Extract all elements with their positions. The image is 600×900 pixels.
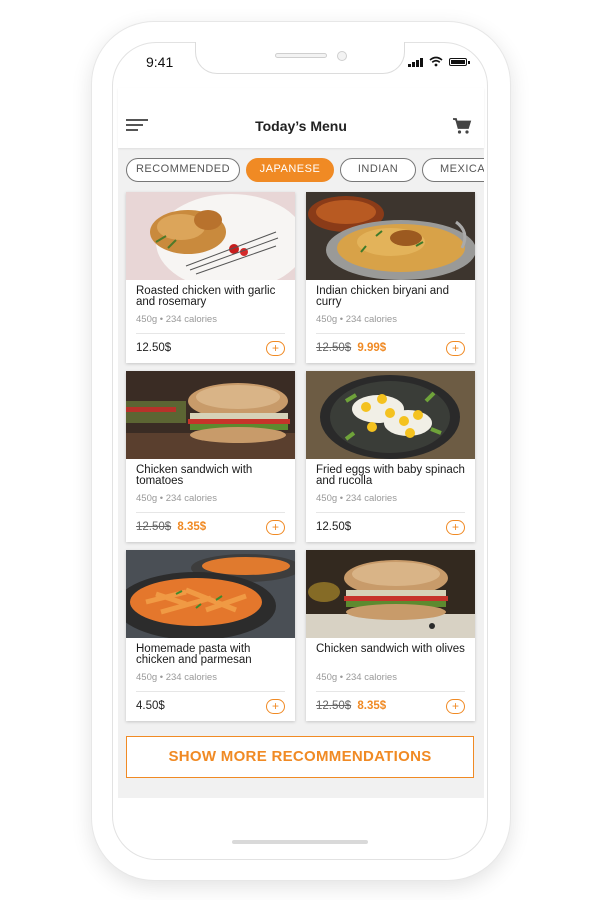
dish-card[interactable]: Indian chicken biryani and curry 450g • …	[306, 192, 475, 363]
dish-card[interactable]: Chicken sandwich with tomatoes 450g • 23…	[126, 371, 295, 542]
show-more-button[interactable]: SHOW MORE RECOMMENDATIONS	[126, 736, 474, 778]
dish-name: Homemade pasta with chicken and parmesan	[136, 643, 252, 666]
card-divider	[316, 691, 465, 692]
plus-circle-icon: +	[271, 341, 279, 355]
add-to-cart-button[interactable]: +	[266, 341, 285, 356]
dish-meta: 450g • 234 calories	[136, 493, 217, 504]
dish-card[interactable]: Chicken sandwich with olives 450g • 234 …	[306, 550, 475, 721]
price-row: 12.50$ 8.35$	[136, 521, 206, 533]
plus-circle-icon: +	[451, 520, 459, 534]
add-to-cart-button[interactable]: +	[266, 699, 285, 714]
signal-icon	[408, 57, 423, 67]
price-row: 12.50$	[136, 342, 171, 354]
dish-photo-pasta	[126, 550, 295, 638]
dish-meta: 450g • 234 calories	[316, 672, 397, 683]
plus-circle-icon: +	[271, 520, 279, 534]
dish-old-price: 12.50$	[316, 342, 352, 354]
category-tabs: RECOMMENDED JAPANESE INDIAN MEXICAN	[118, 158, 484, 184]
status-time: 9:41	[146, 54, 174, 70]
dish-meta: 450g • 234 calories	[136, 314, 217, 325]
dish-price: 12.50$	[136, 342, 172, 354]
dish-meta: 450g • 234 calories	[316, 314, 397, 325]
dish-meta: 450g • 234 calories	[316, 493, 397, 504]
dish-meta: 450g • 234 calories	[136, 672, 217, 683]
dish-sale-price: 9.99$	[357, 342, 387, 354]
dish-name: Fried eggs with baby spinach and rucolla	[316, 464, 465, 487]
front-camera	[337, 51, 347, 61]
app-screen: Today’s Menu RECOMMENDED JAPANESE INDIAN…	[118, 88, 484, 798]
add-to-cart-button[interactable]: +	[446, 341, 465, 356]
dish-photo-chicken-sandwich	[126, 371, 295, 459]
plus-circle-icon: +	[271, 699, 279, 713]
page-title: Today’s Menu	[255, 118, 347, 134]
card-divider	[136, 512, 285, 513]
top-app-bar: Today’s Menu	[118, 88, 484, 148]
dish-photo-chicken-biryani	[306, 192, 475, 280]
dish-card[interactable]: Homemade pasta with chicken and parmesan…	[126, 550, 295, 721]
card-divider	[316, 512, 465, 513]
dish-photo-fried-eggs	[306, 371, 475, 459]
dish-name: Indian chicken biryani and curry	[316, 285, 449, 308]
price-row: 12.50$	[316, 521, 351, 533]
dish-photo-roasted-chicken	[126, 192, 295, 280]
dish-card[interactable]: Fried eggs with baby spinach and rucolla…	[306, 371, 475, 542]
dish-sale-price: 8.35$	[177, 521, 207, 533]
dish-name: Chicken sandwich with tomatoes	[136, 464, 253, 487]
plus-circle-icon: +	[451, 699, 459, 713]
wifi-icon	[429, 56, 443, 67]
dish-name: Roasted chicken with garlic and rosemary	[136, 285, 276, 308]
speaker-grille	[275, 53, 327, 58]
tab-recommended[interactable]: RECOMMENDED	[126, 158, 240, 182]
plus-circle-icon: +	[451, 341, 459, 355]
tab-indian[interactable]: INDIAN	[340, 158, 416, 182]
price-row: 4.50$	[136, 700, 165, 712]
dish-name: Chicken sandwich with olives	[316, 643, 465, 655]
dish-price: 12.50$	[316, 521, 352, 533]
dish-old-price: 12.50$	[316, 700, 352, 712]
add-to-cart-button[interactable]: +	[446, 520, 465, 535]
home-indicator	[232, 840, 368, 844]
add-to-cart-button[interactable]: +	[446, 699, 465, 714]
dish-photo-sandwich-olives	[306, 550, 475, 638]
dish-sale-price: 8.35$	[357, 700, 387, 712]
shopping-cart-icon[interactable]	[452, 117, 472, 135]
card-divider	[316, 333, 465, 334]
phone-notch	[195, 42, 405, 74]
card-divider	[136, 691, 285, 692]
dish-price: 4.50$	[136, 700, 165, 712]
dish-card[interactable]: Roasted chicken with garlic and rosemary…	[126, 192, 295, 363]
status-icons	[408, 56, 470, 67]
price-row: 12.50$ 9.99$	[316, 342, 386, 354]
add-to-cart-button[interactable]: +	[266, 520, 285, 535]
dish-old-price: 12.50$	[136, 521, 172, 533]
tab-japanese[interactable]: JAPANESE	[246, 158, 334, 182]
tab-mexican[interactable]: MEXICAN	[422, 158, 484, 182]
battery-icon	[449, 57, 470, 66]
price-row: 12.50$ 8.35$	[316, 700, 386, 712]
card-divider	[136, 333, 285, 334]
